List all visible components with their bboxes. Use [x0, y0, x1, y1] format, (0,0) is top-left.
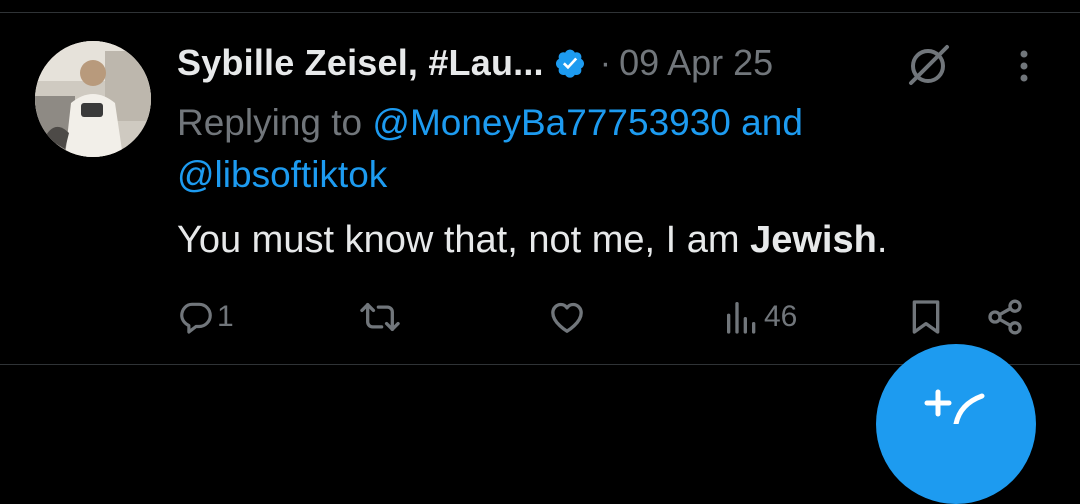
verified-badge-icon: [554, 47, 586, 79]
avatar[interactable]: [35, 41, 151, 157]
mention-link-1[interactable]: @MoneyBa77753930: [372, 102, 731, 143]
heart-icon: [547, 297, 587, 337]
replying-to-line: Replying to @MoneyBa77753930 and @libsoft…: [177, 97, 1037, 201]
tweet-text-start: You must know that, not me, I am: [177, 219, 751, 261]
compose-button[interactable]: [876, 344, 1036, 504]
tweet-text-end: .: [876, 219, 888, 261]
bookmark-icon: [908, 297, 944, 337]
reply-button[interactable]: 1: [177, 294, 234, 340]
reply-count: 1: [217, 300, 234, 333]
more-vertical-icon[interactable]: [1010, 46, 1038, 86]
tweet-text-bold: Jewish: [750, 219, 877, 261]
post-date[interactable]: 09 Apr 25: [619, 42, 773, 84]
separator-dot: ·: [599, 43, 612, 82]
compose-icon: [924, 389, 985, 424]
reply-icon: [177, 298, 215, 336]
views-count: 46: [764, 300, 798, 333]
views-button[interactable]: 46: [722, 294, 797, 340]
retweet-button[interactable]: [357, 294, 403, 340]
reply-and-text: and: [730, 102, 803, 143]
top-divider: [0, 12, 1080, 13]
grok-icon[interactable]: [905, 43, 951, 89]
share-icon: [985, 297, 1025, 337]
replying-to-label: Replying to: [177, 102, 373, 143]
mention-link-2[interactable]: @libsoftiktok: [177, 154, 387, 195]
tweet-text: You must know that, not me, I am Jewish.: [177, 214, 887, 266]
bookmark-button[interactable]: [908, 294, 944, 340]
like-button[interactable]: [547, 294, 587, 340]
tweet-header: Sybille Zeisel, #Lau... · 09 Apr 25: [177, 38, 773, 88]
views-icon: [722, 297, 762, 337]
share-button[interactable]: [985, 294, 1025, 340]
retweet-icon: [357, 297, 403, 337]
display-name[interactable]: Sybille Zeisel, #Lau...: [177, 42, 544, 84]
